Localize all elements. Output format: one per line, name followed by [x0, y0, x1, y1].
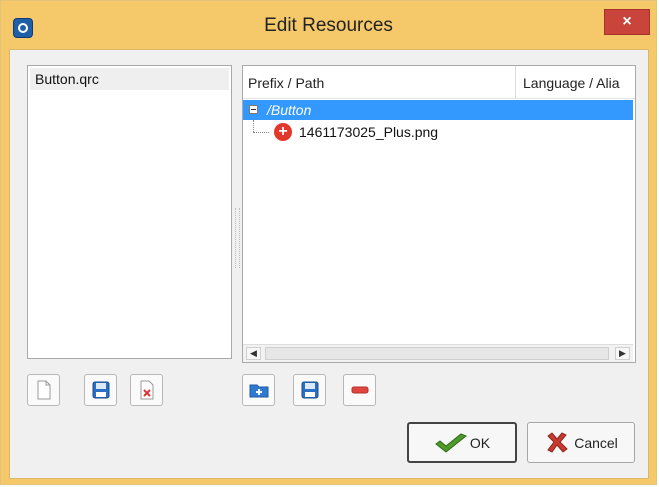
tree-row-prefix[interactable]: /Button [243, 100, 633, 120]
add-prefix-button[interactable] [242, 374, 275, 406]
tree-row-label: 1461173025_Plus.png [299, 124, 439, 140]
resource-file-list[interactable]: Button.qrc [27, 65, 232, 359]
new-file-icon [37, 380, 50, 400]
save-resource-file-button[interactable] [84, 374, 117, 406]
column-header-language-alias[interactable]: Language / Alia [523, 75, 620, 91]
title-bar[interactable]: Edit Resources × [1, 1, 656, 49]
list-item[interactable]: Button.qrc [30, 68, 229, 90]
dialog-body: Button.qrc Prefix / Path Language / Alia… [9, 49, 649, 479]
tree-row-label: /Button [267, 102, 312, 118]
scroll-left-icon[interactable]: ◀ [246, 347, 261, 360]
remove-icon [351, 386, 368, 394]
column-divider[interactable] [515, 66, 516, 98]
save-icon [92, 381, 109, 399]
remove-file-icon [140, 380, 153, 400]
tree-branch-line [253, 132, 269, 134]
edit-resources-window: Edit Resources × Button.qrc Prefix / Pat… [0, 0, 657, 485]
resource-tree[interactable]: Prefix / Path Language / Alia /Button + … [242, 65, 636, 363]
ok-label: OK [469, 434, 491, 451]
new-resource-file-button[interactable] [27, 374, 60, 406]
check-arrow-icon [435, 432, 467, 453]
remove-button[interactable] [343, 374, 376, 406]
cancel-label: Cancel [574, 434, 618, 451]
scroll-thumb[interactable] [265, 347, 609, 360]
tree-branch-line [253, 120, 255, 132]
tree-header: Prefix / Path Language / Alia [243, 66, 635, 99]
close-button[interactable]: × [604, 9, 650, 35]
cancel-x-icon [547, 431, 568, 453]
add-prefix-icon [249, 384, 268, 398]
ok-button[interactable]: OK [407, 422, 517, 463]
column-header-prefix-path[interactable]: Prefix / Path [248, 75, 324, 91]
collapse-toggle-icon[interactable] [249, 105, 258, 114]
add-file-icon [301, 381, 318, 399]
splitter-handle[interactable] [235, 208, 240, 268]
remove-resource-file-button[interactable] [130, 374, 163, 406]
plus-circle-icon: + [274, 123, 292, 141]
horizontal-scrollbar[interactable]: ◀ ▶ [243, 344, 633, 362]
tree-row-file[interactable]: + 1461173025_Plus.png [243, 120, 633, 143]
add-files-button[interactable] [293, 374, 326, 406]
cancel-button[interactable]: Cancel [527, 422, 635, 463]
scroll-right-icon[interactable]: ▶ [615, 347, 630, 360]
window-title: Edit Resources [264, 15, 393, 36]
